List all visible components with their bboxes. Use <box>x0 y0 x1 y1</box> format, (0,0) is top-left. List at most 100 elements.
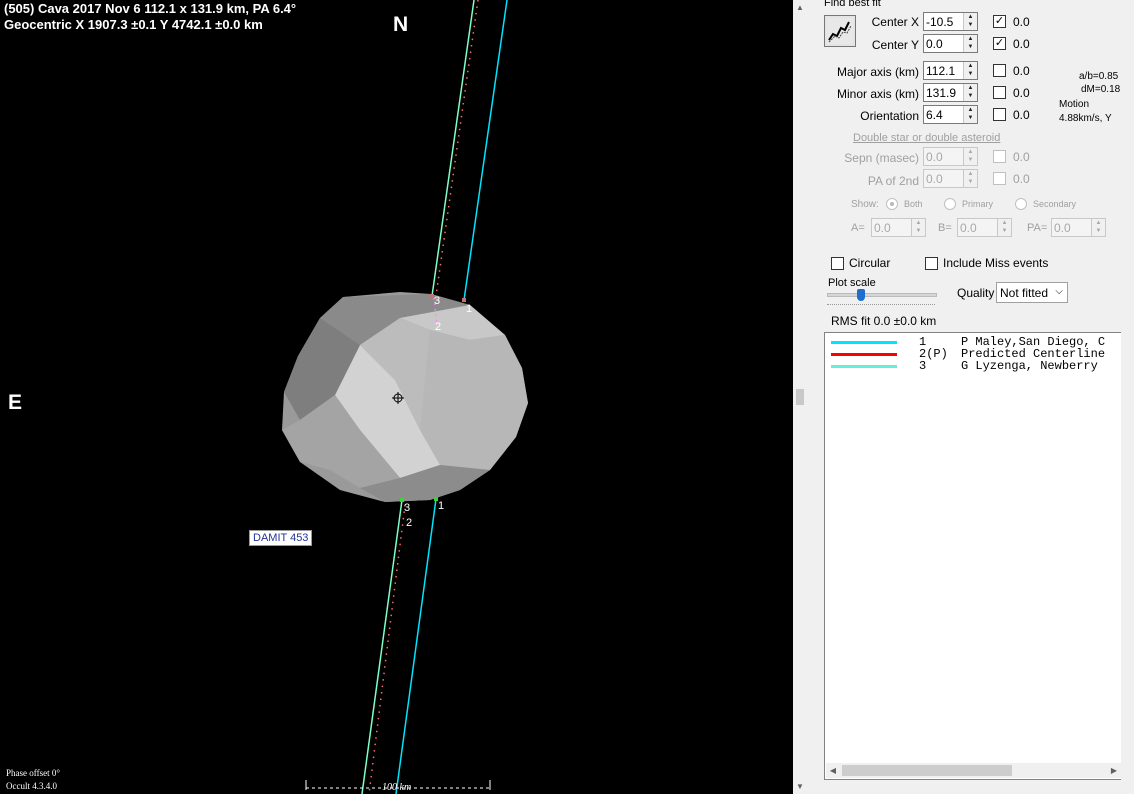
plot-scale-slider[interactable] <box>827 289 937 309</box>
north-label: N <box>393 13 409 36</box>
major-axis-label: Major axis (km) <box>836 65 919 79</box>
minor-axis-label: Minor axis (km) <box>836 87 919 101</box>
center-y-result: 0.0 <box>1013 37 1030 51</box>
show-primary-label: Primary <box>962 199 993 209</box>
b-input: 0.0 ▲ ▼ <box>957 218 1012 237</box>
legend-horizontal-scrollbar[interactable]: ◀ ▶ <box>826 763 1121 778</box>
center-x-input[interactable]: -10.5 ▲ ▼ <box>923 12 978 31</box>
geocentric-coordinates: Geocentric X 1907.3 ±0.1 Y 4742.1 ±0.0 k… <box>4 17 263 32</box>
scroll-down-arrow[interactable]: ▼ <box>793 779 807 794</box>
minor-axis-input[interactable]: 131.9 ▲ ▼ <box>923 83 978 102</box>
circular-label[interactable]: Circular <box>849 256 890 270</box>
spin-up-icon: ▲ <box>1001 220 1008 226</box>
plot-vertical-scrollbar[interactable]: ▲ ▼ <box>793 0 807 794</box>
scroll-right-arrow[interactable]: ▶ <box>1107 763 1121 778</box>
chord-1-north <box>463 0 508 301</box>
fit-control-panel: Find best fit Center X -10.5 ▲ ▼ ✓ 0.0 Ce… <box>815 0 1134 794</box>
major-axis-checkbox[interactable] <box>993 64 1006 77</box>
sepn-result: 0.0 <box>1013 150 1030 164</box>
orientation-spinner[interactable]: ▲ ▼ <box>963 106 977 123</box>
spin-up-icon: ▲ <box>967 171 974 177</box>
scroll-left-arrow[interactable]: ◀ <box>826 763 840 778</box>
b-label: B= <box>938 222 952 234</box>
show-secondary-label: Secondary <box>1033 199 1077 209</box>
major-axis-spinner[interactable]: ▲ ▼ <box>963 62 977 79</box>
plot-area[interactable]: (505) Cava 2017 Nov 6 112.1 x 131.9 km, … <box>0 0 793 794</box>
spin-down-icon: ▼ <box>967 157 974 163</box>
quality-value: Not fitted <box>1000 286 1049 300</box>
include-miss-checkbox[interactable] <box>925 257 938 270</box>
center-y-input[interactable]: 0.0 ▲ ▼ <box>923 34 978 53</box>
minor-axis-value[interactable]: 131.9 <box>926 86 956 100</box>
sepn-label: Sepn (masec) <box>844 151 919 165</box>
scroll-thumb[interactable] <box>842 765 1012 776</box>
center-x-checkbox[interactable]: ✓ <box>993 15 1006 28</box>
center-x-spinner[interactable]: ▲ ▼ <box>963 13 977 30</box>
scroll-up-arrow[interactable]: ▲ <box>793 0 807 15</box>
pa2nd-checkbox <box>993 172 1006 185</box>
legend-line-swatch <box>831 365 897 368</box>
legend-text: G Lyzenga, Newberry <box>961 359 1106 373</box>
b-value: 0.0 <box>960 221 977 235</box>
spin-up-icon: ▲ <box>967 63 974 69</box>
chevron-down-icon: ⌵ <box>1055 286 1063 297</box>
panel-edge <box>1121 0 1134 794</box>
spin-down-icon: ▼ <box>967 115 974 121</box>
observer-legend-list[interactable]: 1 P Maley,San Diego, C 2(P) Predicted Ce… <box>824 332 1123 780</box>
quality-label: Quality <box>957 286 995 300</box>
minor-axis-result: 0.0 <box>1013 86 1030 100</box>
show-both-radio <box>886 198 898 210</box>
spin-down-icon: ▼ <box>967 44 974 50</box>
legend-row[interactable]: 3 G Lyzenga, Newberry <box>825 359 1122 373</box>
minor-axis-checkbox[interactable] <box>993 86 1006 99</box>
sepn-input: 0.0 ▲ ▼ <box>923 147 978 166</box>
pa2nd-result: 0.0 <box>1013 172 1030 186</box>
chord-3-north <box>431 0 475 297</box>
show-both-label: Both <box>904 199 923 209</box>
spin-up-icon: ▲ <box>967 107 974 113</box>
spin-down-icon: ▼ <box>1095 228 1102 234</box>
spin-down-icon: ▼ <box>967 71 974 77</box>
major-axis-value[interactable]: 112.1 <box>926 64 955 78</box>
pa2nd-value: 0.0 <box>926 172 943 186</box>
slider-thumb[interactable] <box>857 289 865 301</box>
minor-axis-spinner[interactable]: ▲ ▼ <box>963 84 977 101</box>
pa-input: 0.0 ▲ ▼ <box>1051 218 1106 237</box>
plot-title: (505) Cava 2017 Nov 6 112.1 x 131.9 km, … <box>4 1 297 16</box>
center-x-result: 0.0 <box>1013 15 1030 29</box>
a-input: 0.0 ▲ ▼ <box>871 218 926 237</box>
legend-line-swatch <box>831 341 897 344</box>
pa2nd-label: PA of 2nd <box>867 174 919 188</box>
scroll-thumb[interactable] <box>796 389 804 405</box>
center-y-spinner[interactable]: ▲ ▼ <box>963 35 977 52</box>
damit-model-label: DAMIT 453 <box>249 530 313 546</box>
pa2nd-input: 0.0 ▲ ▼ <box>923 169 978 188</box>
chart-fit-icon <box>827 18 853 44</box>
chord-1-south <box>395 498 437 794</box>
phase-offset: Phase offset 0° <box>6 768 60 778</box>
show-secondary-radio <box>1015 198 1027 210</box>
orientation-input[interactable]: 6.4 ▲ ▼ <box>923 105 978 124</box>
a-label: A= <box>851 222 865 234</box>
orientation-checkbox[interactable] <box>993 108 1006 121</box>
orientation-result: 0.0 <box>1013 108 1030 122</box>
find-best-fit-button[interactable] <box>824 15 856 47</box>
major-axis-input[interactable]: 112.1 ▲ ▼ <box>923 61 978 80</box>
spin-down-icon: ▼ <box>967 179 974 185</box>
quality-dropdown[interactable]: Not fitted ⌵ <box>996 282 1068 303</box>
spin-down-icon: ▼ <box>915 228 922 234</box>
include-miss-label[interactable]: Include Miss events <box>943 256 1048 270</box>
pa-label: PA= <box>1027 222 1048 234</box>
center-y-value[interactable]: 0.0 <box>926 37 943 51</box>
center-y-checkbox[interactable]: ✓ <box>993 37 1006 50</box>
circular-checkbox[interactable] <box>831 257 844 270</box>
orientation-value[interactable]: 6.4 <box>926 108 943 122</box>
sepn-checkbox <box>993 150 1006 163</box>
chord-3-south <box>361 499 403 794</box>
major-axis-result: 0.0 <box>1013 64 1030 78</box>
plot-scale-label: Plot scale <box>828 277 876 289</box>
a-value: 0.0 <box>874 221 891 235</box>
center-x-value[interactable]: -10.5 <box>926 15 953 29</box>
center-y-label: Center Y <box>871 38 919 52</box>
show-label: Show: <box>851 199 879 210</box>
